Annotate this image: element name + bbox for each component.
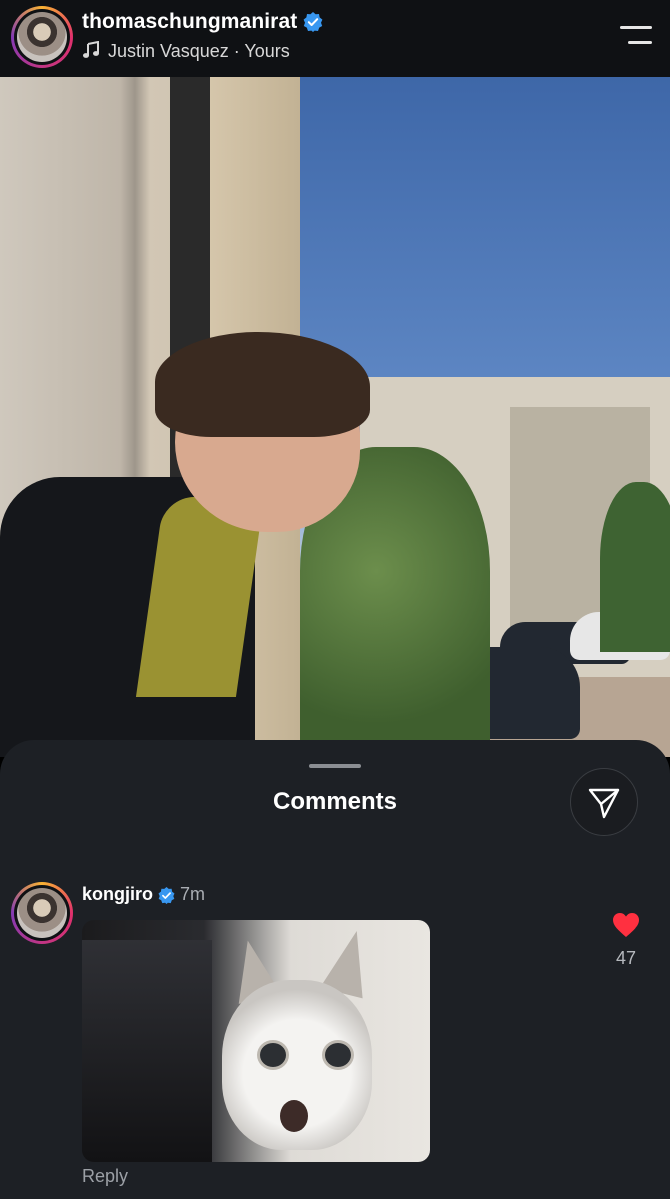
- gif-background: [82, 940, 212, 1162]
- comment-gif[interactable]: [82, 920, 430, 1162]
- cat-eye: [257, 1040, 289, 1070]
- username-row[interactable]: thomaschungmanirat: [82, 10, 323, 34]
- music-note-icon: [83, 41, 99, 58]
- song-info[interactable]: Justin Vasquez · Yours: [82, 41, 290, 62]
- send-icon: [588, 788, 620, 819]
- drag-handle[interactable]: [309, 764, 361, 768]
- comment-time: 7m: [180, 884, 206, 904]
- post-photo[interactable]: [0, 77, 670, 757]
- reply-button[interactable]: Reply: [82, 1166, 128, 1187]
- background-tree: [600, 482, 670, 652]
- song-label: Justin Vasquez · Yours: [108, 41, 290, 61]
- verified-badge-icon: [303, 12, 323, 33]
- verified-badge-icon: [158, 886, 175, 904]
- like-heart-icon[interactable]: [612, 912, 640, 938]
- comments-sheet: Comments kongjiro 7m 47 Reply: [0, 740, 670, 1199]
- username[interactable]: thomaschungmanirat: [82, 10, 297, 33]
- cat-eye: [322, 1040, 354, 1070]
- commenter-avatar[interactable]: [11, 882, 73, 944]
- comment-header: kongjiro 7m: [82, 884, 205, 905]
- post-header: thomaschungmanirat Justin Vasquez · Your…: [0, 0, 670, 77]
- cat-mouth: [280, 1100, 308, 1132]
- send-button[interactable]: [570, 768, 638, 836]
- profile-avatar[interactable]: [11, 6, 73, 68]
- hamburger-menu-icon[interactable]: [618, 24, 652, 46]
- person-hair: [155, 332, 370, 437]
- commenter-username[interactable]: kongjiro: [82, 884, 153, 904]
- like-count: 47: [615, 948, 637, 968]
